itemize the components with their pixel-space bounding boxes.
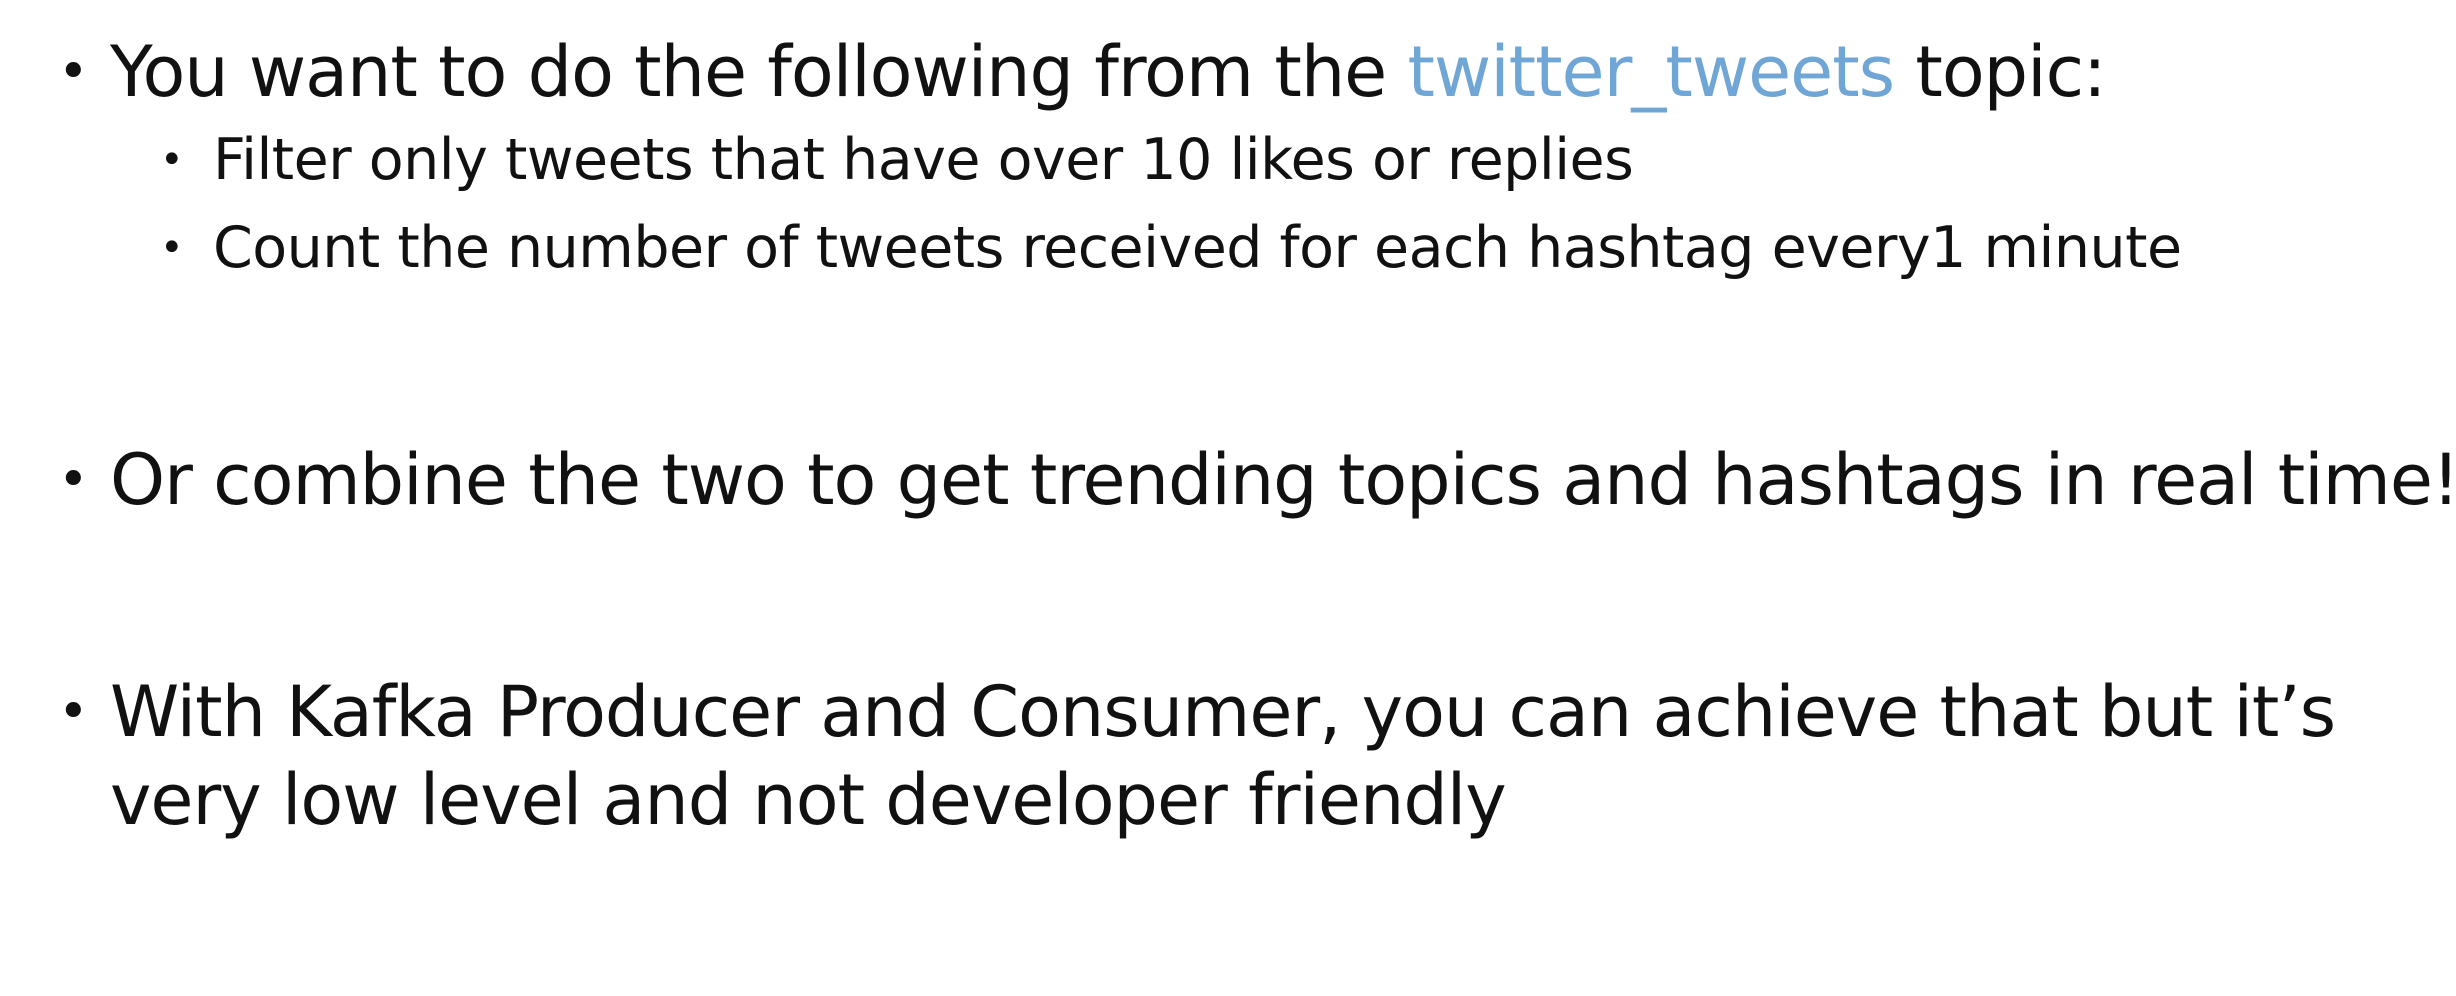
slide: • You want to do the following from the …: [0, 0, 2456, 996]
sub-bullet-dot-icon: •: [160, 225, 184, 271]
sub-bullet-2-text: Count the number of tweets received for …: [213, 215, 2182, 281]
bullet-3-line-1: • With Kafka Producer and Consumer, you …: [0, 668, 2456, 756]
bullet-1-line: • You want to do the following from the …: [0, 28, 2456, 116]
bullet-3-line-2: very low level and not developer friendl…: [0, 756, 2456, 844]
bullet-dot-icon: •: [58, 42, 89, 102]
bullet-3-text-line-2: very low level and not developer friendl…: [110, 759, 1507, 841]
bullet-2-line: • Or combine the two to get trending top…: [0, 436, 2456, 524]
bullet-1-text-post: topic:: [1894, 31, 2106, 113]
bullet-dot-icon: •: [58, 450, 89, 510]
topic-name-highlight: twitter_tweets: [1407, 31, 1896, 113]
bullet-3: • With Kafka Producer and Consumer, you …: [0, 668, 2456, 844]
bullet-3-text-line-1: With Kafka Producer and Consumer, you ca…: [110, 671, 2336, 753]
bullet-1-text: You want to do the following from the tw…: [110, 28, 2107, 116]
bullet-1-text-pre: You want to do the following from the: [110, 31, 1408, 113]
sub-bullet-1: • Filter only tweets that have over 10 l…: [0, 116, 2456, 204]
sub-bullet-2: • Count the number of tweets received fo…: [0, 204, 2456, 292]
bullet-2: • Or combine the two to get trending top…: [0, 436, 2456, 524]
bullet-dot-icon: •: [58, 682, 89, 742]
bullet-2-text: Or combine the two to get trending topic…: [110, 439, 2456, 521]
sub-bullet-1-text: Filter only tweets that have over 10 lik…: [213, 127, 1634, 193]
bullet-1: • You want to do the following from the …: [0, 28, 2456, 292]
sub-bullet-dot-icon: •: [160, 137, 184, 183]
